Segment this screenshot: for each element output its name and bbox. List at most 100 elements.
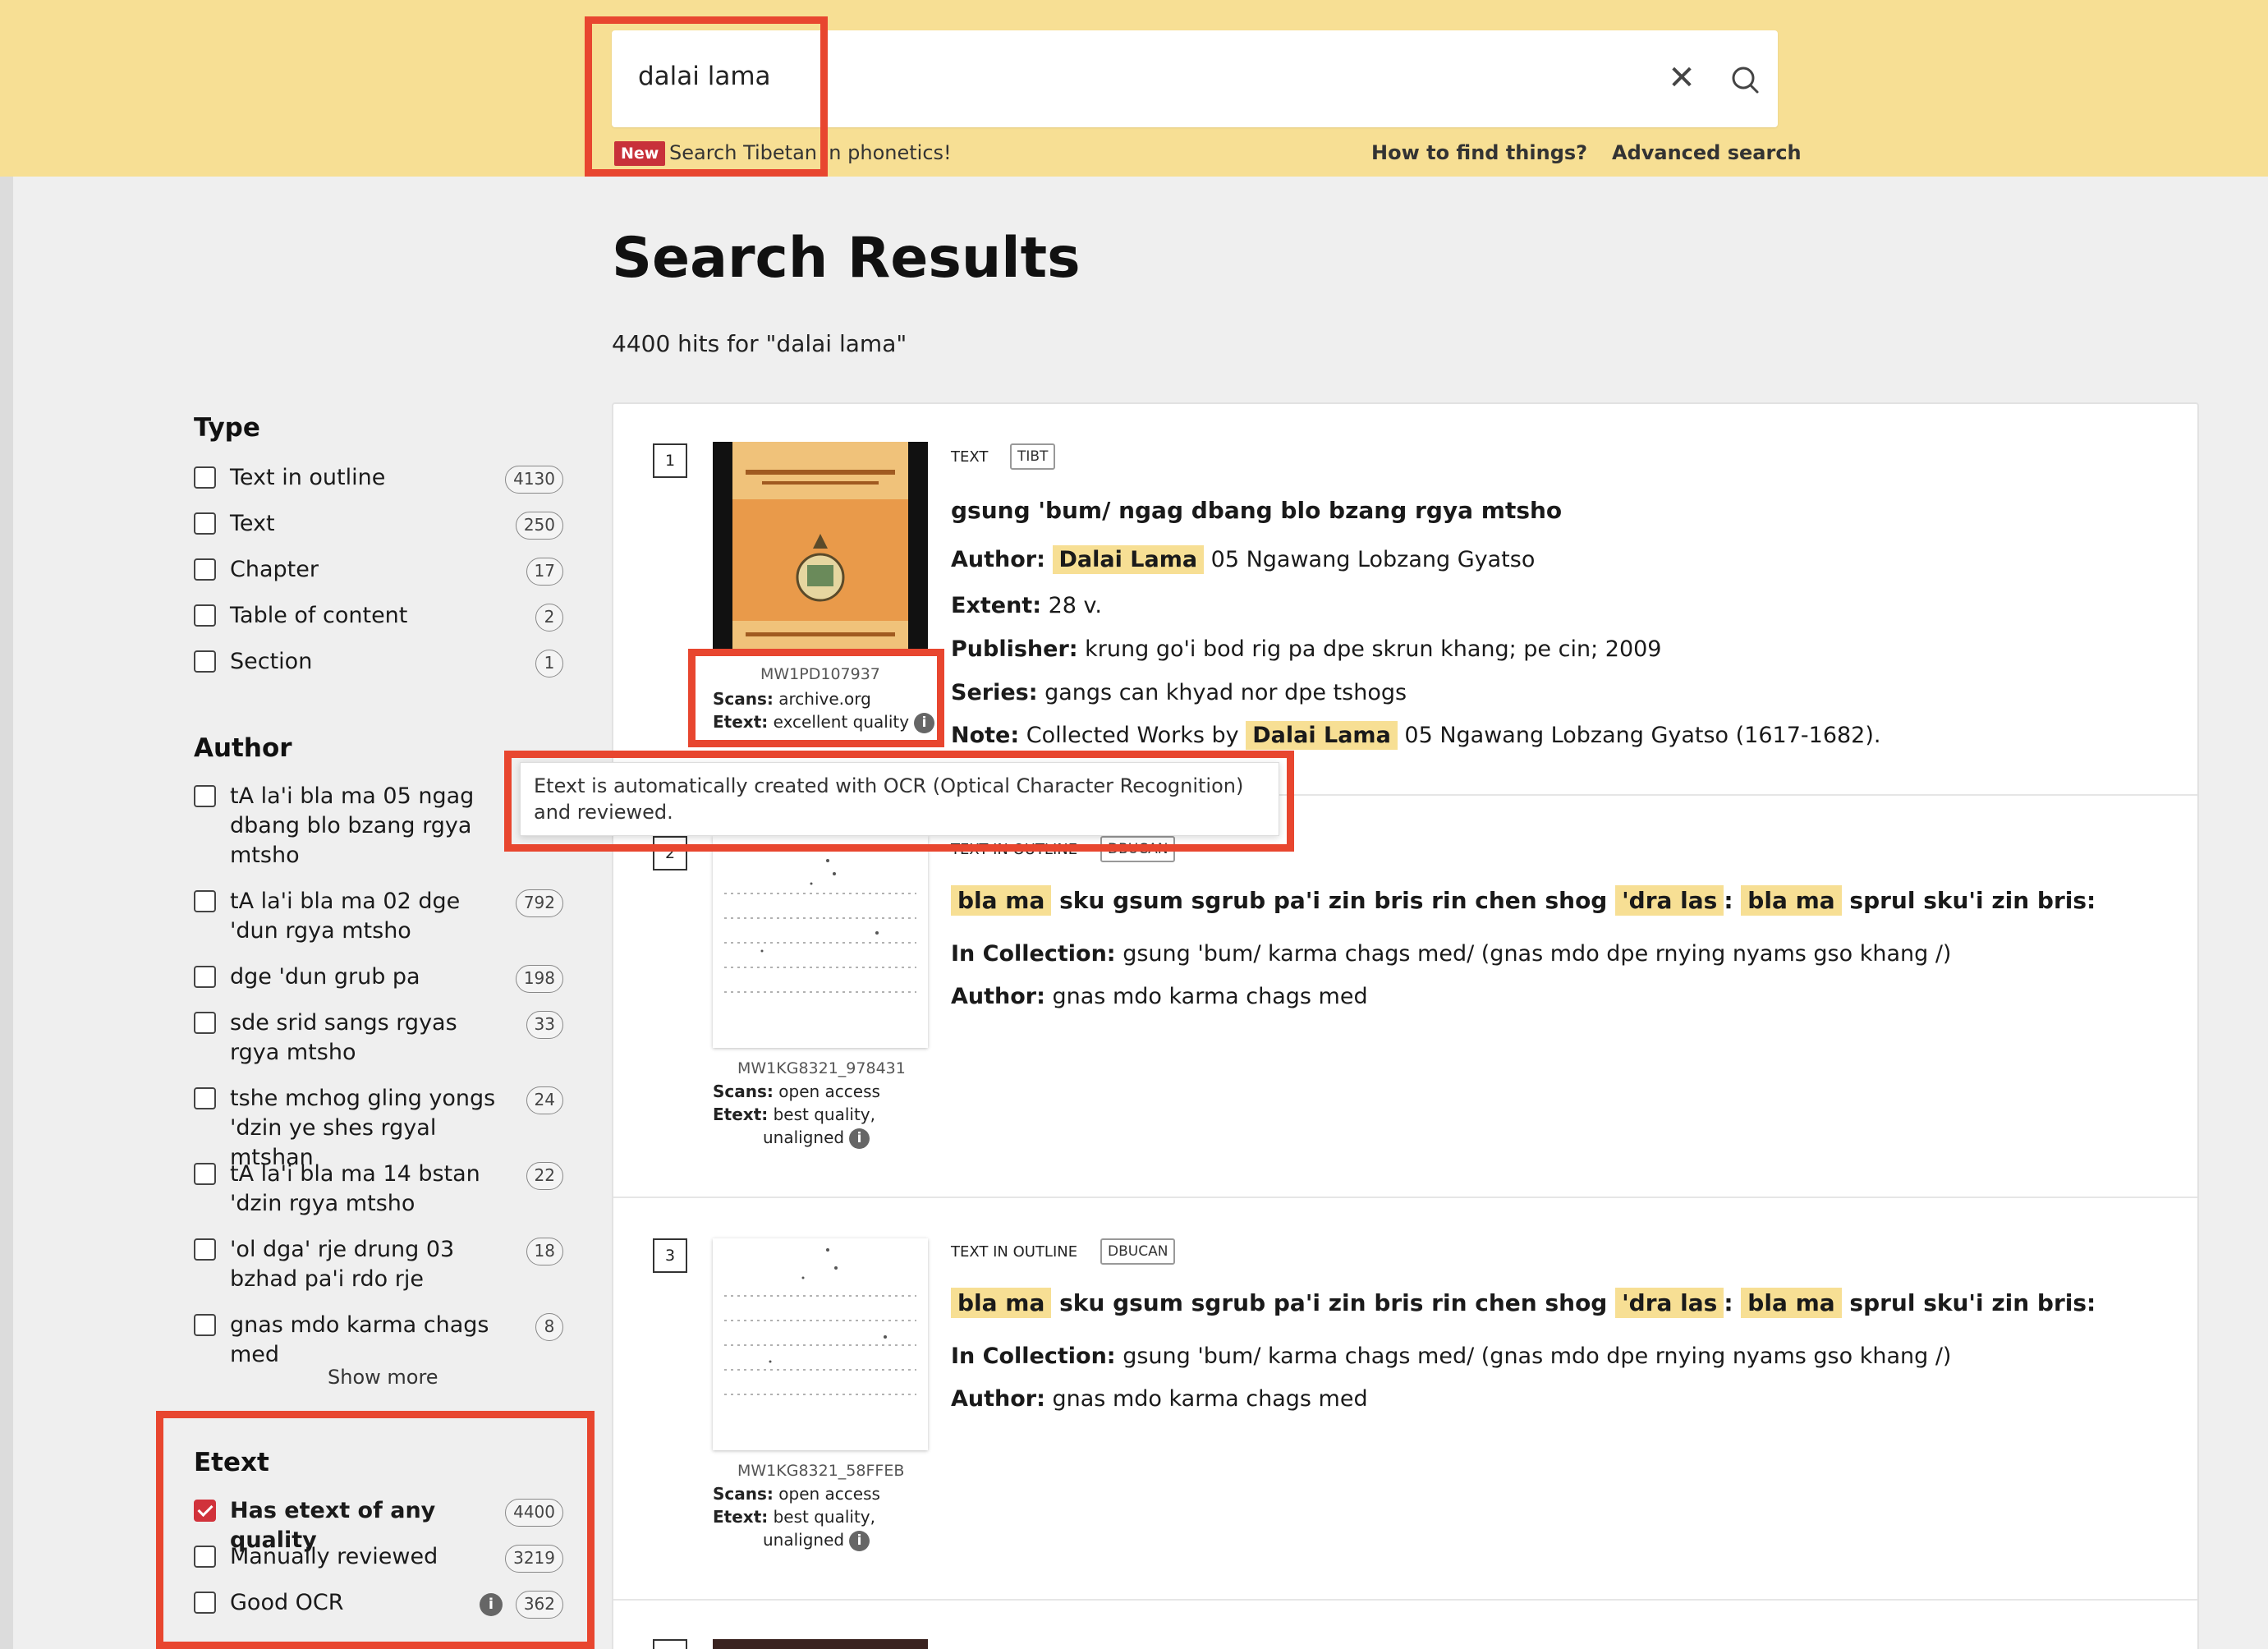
result-title[interactable]: gsung 'bum/ ngag dbang blo bzang rgya mt…: [951, 497, 1562, 524]
checkbox[interactable]: [194, 785, 216, 807]
result-thumbnail[interactable]: [713, 836, 928, 1048]
result-thumbnail[interactable]: [713, 1238, 928, 1450]
show-more-button[interactable]: Show more: [328, 1366, 438, 1389]
facet-count: 362: [515, 1591, 563, 1619]
facet-count: 792: [515, 889, 563, 917]
checkbox[interactable]: [194, 1314, 216, 1336]
facet-count: 22: [526, 1162, 563, 1190]
facet-label: Section: [230, 649, 313, 674]
result-number: 3: [653, 1238, 687, 1273]
facet-count: 198: [515, 965, 563, 993]
left-edge-strip: [0, 0, 13, 1649]
page-scan-image: [724, 859, 916, 993]
language-tag: TIBT: [1010, 443, 1056, 470]
search-box[interactable]: dalai lama ✕: [612, 30, 1778, 127]
result-thumbnail[interactable]: [713, 1639, 928, 1649]
etext-info-cont: unaligned i: [763, 1126, 870, 1149]
checkbox[interactable]: [194, 466, 216, 489]
search-highlight: Dalai Lama: [1052, 545, 1205, 574]
facet-title-type: Type: [194, 413, 260, 443]
etext-info: Etext: best quality,: [713, 1507, 876, 1527]
result-number: [653, 1639, 687, 1649]
info-icon[interactable]: i: [849, 1128, 870, 1149]
facet-title-etext: Etext: [194, 1448, 269, 1477]
facet-count: 4400: [505, 1499, 563, 1527]
facet-label: Chapter: [230, 557, 319, 582]
result-title[interactable]: bla ma sku gsum sgrub pa'i zin bris rin …: [951, 885, 2096, 916]
result-note-line: Note: Collected Works by Dalai Lama 05 N…: [951, 721, 1881, 750]
resource-id[interactable]: MW1KG8321_978431: [737, 1059, 906, 1077]
checkbox[interactable]: [194, 650, 216, 673]
info-icon[interactable]: i: [914, 713, 935, 733]
etext-tooltip: Etext is automatically created with OCR …: [520, 762, 1279, 836]
checkbox[interactable]: [194, 1238, 216, 1261]
result-extent-line: Extent: 28 v.: [951, 593, 1103, 618]
checkbox-checked[interactable]: [194, 1500, 216, 1522]
checkbox[interactable]: [194, 1592, 216, 1614]
result-number: 2: [653, 836, 687, 870]
language-tag: DBUCAN: [1100, 1238, 1176, 1265]
facet-label: 'ol dga' rje drung 03 bzhad pa'i rdo rje: [230, 1237, 455, 1292]
result-collection-line: In Collection: gsung 'bum/ karma chags m…: [951, 941, 1952, 967]
result-type: TEXT IN OUTLINE: [951, 1243, 1078, 1261]
facet-count: 17: [526, 558, 563, 586]
checkbox[interactable]: [194, 1546, 216, 1568]
checkbox[interactable]: [194, 1012, 216, 1034]
facet-label: Good OCR: [230, 1590, 344, 1615]
facet-count: 8: [535, 1313, 563, 1341]
checkbox[interactable]: [194, 604, 216, 627]
advanced-search-link[interactable]: Advanced search: [1612, 141, 1802, 164]
search-input[interactable]: dalai lama: [638, 62, 771, 91]
result-publisher-line: Publisher: krung go'i bod rig pa dpe skr…: [951, 636, 1662, 662]
facet-count: 4130: [505, 466, 563, 494]
checkbox[interactable]: [194, 1163, 216, 1185]
result-thumbnail[interactable]: [713, 442, 928, 654]
facet-label: gnas mdo karma chags med: [230, 1312, 489, 1367]
result-collection-line: In Collection: gsung 'bum/ karma chags m…: [951, 1344, 1952, 1369]
checkbox[interactable]: [194, 890, 216, 912]
hits-count: 4400 hits for "dalai lama": [612, 330, 907, 357]
etext-info: Etext: excellent quality i: [713, 710, 935, 733]
checkbox[interactable]: [194, 558, 216, 581]
info-icon[interactable]: i: [480, 1593, 503, 1616]
page-title: Search Results: [612, 226, 1081, 291]
facet-count: 2: [535, 604, 563, 632]
facet-title-author: Author: [194, 733, 292, 763]
result-divider: [613, 1599, 2197, 1601]
result-type: TEXT: [951, 448, 989, 466]
facet-count: 1: [535, 650, 563, 678]
resource-id[interactable]: MW1KG8321_58FFEB: [737, 1462, 904, 1480]
facet-label: dge 'dun grub pa: [230, 964, 420, 990]
etext-info-cont: unaligned i: [763, 1528, 870, 1551]
facet-label: tA la'i bla ma 14 bstan 'dzin rgya mtsho: [230, 1161, 480, 1216]
language-tag: DBUCAN: [1100, 836, 1176, 862]
search-icon[interactable]: [1722, 57, 1768, 103]
checkbox[interactable]: [194, 512, 216, 535]
checkbox[interactable]: [194, 1087, 216, 1109]
scans-info: Scans: archive.org: [713, 689, 871, 709]
info-icon[interactable]: i: [849, 1531, 870, 1551]
book-cover-image: [713, 442, 928, 654]
scans-info: Scans: open access: [713, 1082, 880, 1101]
facet-label: tA la'i bla ma 02 dge 'dun rgya mtsho: [230, 889, 461, 944]
clear-icon[interactable]: ✕: [1659, 55, 1705, 101]
checkbox[interactable]: [194, 966, 216, 988]
new-badge: New: [614, 141, 666, 166]
result-title[interactable]: bla ma sku gsum sgrub pa'i zin bris rin …: [951, 1288, 2096, 1318]
facet-label: Manually reviewed: [230, 1544, 438, 1569]
facet-label: sde srid sangs rgyas rgya mtsho: [230, 1010, 457, 1065]
page-scan-image: [724, 1248, 916, 1395]
scans-info: Scans: open access: [713, 1484, 880, 1504]
etext-info: Etext: best quality,: [713, 1105, 876, 1124]
how-to-find-link[interactable]: How to find things?: [1371, 141, 1587, 164]
result-author-line: Author: gnas mdo karma chags med: [951, 1386, 1368, 1412]
facet-label: Table of content: [230, 603, 408, 628]
result-number: 1: [653, 443, 687, 478]
resource-id[interactable]: MW1PD107937: [760, 665, 880, 683]
facet-count: 3219: [505, 1545, 563, 1573]
facet-label: Text in outline: [230, 465, 386, 490]
facet-count: 24: [526, 1086, 563, 1114]
facet-count: 18: [526, 1238, 563, 1265]
phonetics-hint-link[interactable]: Search Tibetan in phonetics!: [669, 141, 952, 164]
facet-count: 250: [515, 512, 563, 540]
